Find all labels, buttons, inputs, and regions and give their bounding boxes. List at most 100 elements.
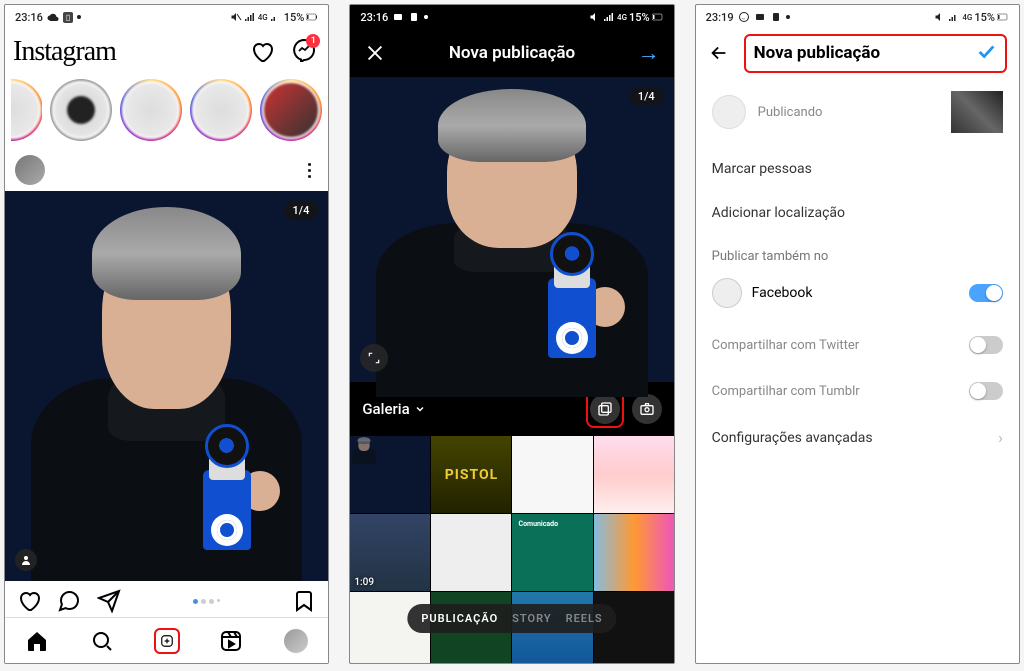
gallery-dropdown[interactable]: Galeria xyxy=(362,400,425,418)
bottom-nav xyxy=(5,617,328,663)
multi-select-icon xyxy=(590,394,620,424)
story-item[interactable] xyxy=(260,79,322,141)
user-avatar xyxy=(712,95,746,129)
mode-reels[interactable]: REELS xyxy=(566,612,603,625)
signal-icon xyxy=(244,11,256,23)
status-time: 23:16 xyxy=(15,11,43,24)
engagement-bar xyxy=(5,581,328,617)
tumblr-row: Compartilhar com Tumblr xyxy=(696,368,1019,414)
chevron-right-icon: › xyxy=(998,428,1003,447)
app-header: Instagram 1 xyxy=(5,29,328,75)
story-item[interactable] xyxy=(11,79,42,141)
tag-people-row[interactable]: Marcar pessoas xyxy=(696,147,1019,191)
nav-search-icon[interactable] xyxy=(89,628,115,654)
status-app-icon: ▯ xyxy=(63,12,73,23)
like-icon[interactable] xyxy=(17,589,41,613)
tumblr-toggle[interactable] xyxy=(969,382,1003,400)
notif-badge: 1 xyxy=(306,34,320,48)
caption-row[interactable]: Publicando xyxy=(696,77,1019,147)
status-batt: 15% xyxy=(974,11,995,24)
gallery-thumb[interactable]: Comunicado xyxy=(512,514,592,591)
signal-icon xyxy=(603,11,615,23)
messenger-button[interactable]: 1 xyxy=(292,38,316,66)
gallery-label: Galeria xyxy=(362,400,409,418)
share-icon[interactable] xyxy=(97,589,121,613)
chevron-down-icon xyxy=(414,403,426,415)
status-batt: 15% xyxy=(629,11,650,24)
screen-new-post-share: 23:19 4G 15% Nova publicação Publicando … xyxy=(695,4,1020,664)
status-icon xyxy=(754,11,766,23)
camera-button-icon[interactable] xyxy=(632,394,662,424)
add-location-row[interactable]: Adicionar localização xyxy=(696,191,1019,235)
back-icon[interactable] xyxy=(708,42,730,64)
cloud-icon xyxy=(47,11,59,23)
nav-home-icon[interactable] xyxy=(24,628,50,654)
video-duration: 1:09 xyxy=(354,577,374,588)
status-dot-icon xyxy=(77,15,81,19)
preview-image[interactable]: 1/4 xyxy=(350,77,673,382)
battery-icon xyxy=(652,11,664,23)
comment-icon[interactable] xyxy=(57,589,81,613)
twitter-toggle[interactable] xyxy=(969,336,1003,354)
status-net: 4G xyxy=(962,13,972,22)
status-dot-icon xyxy=(424,15,428,19)
facebook-row: Facebook xyxy=(696,270,1019,322)
signal-icon xyxy=(948,11,960,23)
status-batt: 15% xyxy=(284,11,305,24)
stories-tray[interactable] xyxy=(5,75,328,149)
activity-heart-icon[interactable] xyxy=(250,40,274,64)
mute-icon xyxy=(230,11,242,23)
gallery-grid: PISTOL 1:09 Comunicado PUBLICAÇÃO STORY … xyxy=(350,436,673,663)
post-more-icon[interactable]: ⋯ xyxy=(299,161,320,179)
status-net: 4G xyxy=(258,13,268,22)
story-item[interactable] xyxy=(120,79,182,141)
gallery-thumb[interactable]: 1:09 xyxy=(350,514,430,591)
post-image[interactable]: 1/4 xyxy=(5,191,328,581)
gallery-thumb[interactable]: PISTOL xyxy=(431,436,511,513)
caption-placeholder: Publicando xyxy=(758,105,823,120)
close-icon[interactable] xyxy=(364,42,386,64)
confirm-check-icon[interactable] xyxy=(975,40,997,67)
save-icon[interactable] xyxy=(292,589,316,613)
post-thumbnail[interactable] xyxy=(951,91,1003,133)
battery-icon xyxy=(997,11,1009,23)
share-title: Nova publicação xyxy=(754,43,880,63)
mode-story[interactable]: STORY xyxy=(512,612,551,625)
advanced-settings-row[interactable]: Configurações avançadas › xyxy=(696,414,1019,461)
mute-icon xyxy=(589,11,601,23)
screen-new-post-picker: 23:16 4G 15% Nova publicação → 1/4 xyxy=(349,4,674,664)
status-icon xyxy=(770,11,782,23)
gallery-thumb[interactable] xyxy=(431,514,511,591)
story-item[interactable] xyxy=(190,79,252,141)
screen-feed: 23:16 ▯ 4G 15% Instagram 1 xyxy=(4,4,329,664)
also-publish-label: Publicar também no xyxy=(696,235,1019,270)
status-dot-icon xyxy=(786,15,790,19)
instagram-logo: Instagram xyxy=(13,36,116,68)
status-bar: 23:16 4G 15% xyxy=(350,5,673,29)
carousel-dots xyxy=(193,599,220,604)
nav-profile-avatar[interactable] xyxy=(283,628,309,654)
gallery-thumb[interactable] xyxy=(594,436,674,513)
facebook-avatar xyxy=(712,278,742,308)
gallery-thumb[interactable] xyxy=(512,436,592,513)
next-button-icon[interactable]: → xyxy=(638,40,660,66)
nav-reels-icon[interactable] xyxy=(218,628,244,654)
picker-title: Nova publicação xyxy=(449,43,575,63)
tagged-people-icon[interactable] xyxy=(15,549,37,571)
facebook-toggle[interactable] xyxy=(969,284,1003,302)
post-header: ⋯ xyxy=(5,149,328,191)
battery-icon xyxy=(306,11,318,23)
gallery-thumb[interactable] xyxy=(594,514,674,591)
nav-create-icon[interactable] xyxy=(154,628,180,654)
author-avatar[interactable] xyxy=(15,155,45,185)
story-item[interactable] xyxy=(50,79,112,141)
carousel-counter: 1/4 xyxy=(284,201,319,220)
whatsapp-icon xyxy=(738,11,750,23)
share-title-highlight: Nova publicação xyxy=(744,34,1007,73)
mode-switch[interactable]: PUBLICAÇÃO STORY REELS xyxy=(407,604,616,633)
mode-publicacao[interactable]: PUBLICAÇÃO xyxy=(421,612,498,625)
mute-icon xyxy=(934,11,946,23)
status-bar: 23:16 ▯ 4G 15% xyxy=(5,5,328,29)
status-time: 23:19 xyxy=(706,11,734,24)
gallery-thumb[interactable] xyxy=(350,436,430,513)
